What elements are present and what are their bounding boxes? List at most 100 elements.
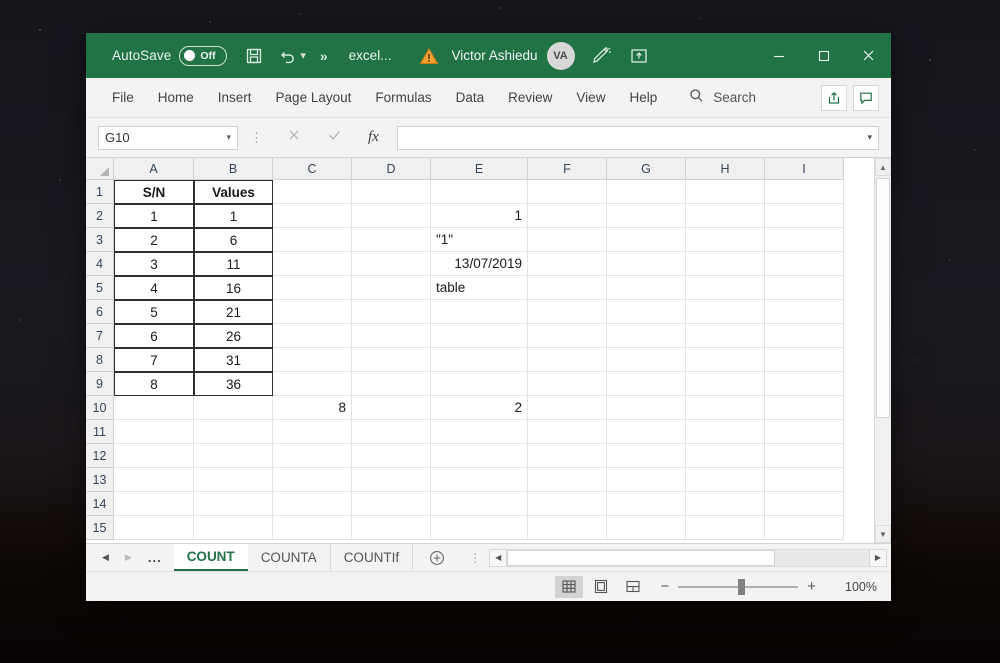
cell-C7[interactable] xyxy=(273,324,352,348)
cell-D11[interactable] xyxy=(352,420,431,444)
cell-A5[interactable]: 4 xyxy=(114,276,194,300)
cell-D9[interactable] xyxy=(352,372,431,396)
row-header-11[interactable]: 11 xyxy=(86,420,114,444)
column-header-i[interactable]: I xyxy=(765,158,844,180)
column-header-h[interactable]: H xyxy=(686,158,765,180)
cell-I1[interactable] xyxy=(765,180,844,204)
cell-H2[interactable] xyxy=(686,204,765,228)
sheet-nav-next-icon[interactable]: ▶ xyxy=(125,552,132,563)
cell-C9[interactable] xyxy=(273,372,352,396)
cell-B4[interactable]: 11 xyxy=(194,252,273,276)
zoom-in-button[interactable]: + xyxy=(798,578,825,595)
name-box[interactable]: G10 ▾ xyxy=(98,126,238,150)
cell-G13[interactable] xyxy=(607,468,686,492)
cell-B15[interactable] xyxy=(194,516,273,540)
row-header-1[interactable]: 1 xyxy=(86,180,114,204)
cell-A11[interactable] xyxy=(114,420,194,444)
cell-A14[interactable] xyxy=(114,492,194,516)
cell-I5[interactable] xyxy=(765,276,844,300)
zoom-out-button[interactable]: − xyxy=(651,578,678,595)
cell-E8[interactable] xyxy=(431,348,528,372)
cell-H12[interactable] xyxy=(686,444,765,468)
cell-I4[interactable] xyxy=(765,252,844,276)
cell-C15[interactable] xyxy=(273,516,352,540)
cell-C8[interactable] xyxy=(273,348,352,372)
cell-E5[interactable]: table xyxy=(431,276,528,300)
maximize-button[interactable] xyxy=(801,33,846,78)
cell-I15[interactable] xyxy=(765,516,844,540)
hscroll-left-arrow-icon[interactable]: ◀ xyxy=(489,549,507,567)
horizontal-scroll-track[interactable] xyxy=(507,549,869,567)
add-sheet-plus-icon[interactable] xyxy=(413,544,461,571)
cell-F2[interactable] xyxy=(528,204,607,228)
row-header-4[interactable]: 4 xyxy=(86,252,114,276)
tab-view[interactable]: View xyxy=(564,78,617,118)
cell-G12[interactable] xyxy=(607,444,686,468)
zoom-level-label[interactable]: 100% xyxy=(839,580,877,594)
cell-I3[interactable] xyxy=(765,228,844,252)
cell-G9[interactable] xyxy=(607,372,686,396)
cell-D6[interactable] xyxy=(352,300,431,324)
cell-H5[interactable] xyxy=(686,276,765,300)
cell-F3[interactable] xyxy=(528,228,607,252)
cell-I6[interactable] xyxy=(765,300,844,324)
column-header-a[interactable]: A xyxy=(114,158,194,180)
cell-H14[interactable] xyxy=(686,492,765,516)
cell-I8[interactable] xyxy=(765,348,844,372)
undo-arrow-icon[interactable] xyxy=(279,47,297,65)
cell-E12[interactable] xyxy=(431,444,528,468)
cell-B10[interactable] xyxy=(194,396,273,420)
cell-A2[interactable]: 1 xyxy=(114,204,194,228)
cell-G4[interactable] xyxy=(607,252,686,276)
row-header-10[interactable]: 10 xyxy=(86,396,114,420)
cell-F8[interactable] xyxy=(528,348,607,372)
cell-G11[interactable] xyxy=(607,420,686,444)
column-header-d[interactable]: D xyxy=(352,158,431,180)
cell-D1[interactable] xyxy=(352,180,431,204)
cell-G2[interactable] xyxy=(607,204,686,228)
vertical-scroll-track[interactable] xyxy=(875,176,891,525)
row-header-12[interactable]: 12 xyxy=(86,444,114,468)
cell-G8[interactable] xyxy=(607,348,686,372)
cell-E11[interactable] xyxy=(431,420,528,444)
cell-I10[interactable] xyxy=(765,396,844,420)
cell-I11[interactable] xyxy=(765,420,844,444)
cell-C12[interactable] xyxy=(273,444,352,468)
cell-F4[interactable] xyxy=(528,252,607,276)
cell-B14[interactable] xyxy=(194,492,273,516)
cell-C2[interactable] xyxy=(273,204,352,228)
sheet-tab-countif[interactable]: COUNTIf xyxy=(331,544,414,571)
cell-A3[interactable]: 2 xyxy=(114,228,194,252)
cell-B6[interactable]: 21 xyxy=(194,300,273,324)
cell-I13[interactable] xyxy=(765,468,844,492)
cell-G7[interactable] xyxy=(607,324,686,348)
cell-E7[interactable] xyxy=(431,324,528,348)
zoom-slider-thumb[interactable] xyxy=(738,579,745,595)
cell-A12[interactable] xyxy=(114,444,194,468)
insert-function-fx-icon[interactable]: fx xyxy=(368,129,379,146)
cell-C11[interactable] xyxy=(273,420,352,444)
horizontal-scroll-thumb[interactable] xyxy=(507,550,775,566)
cell-C3[interactable] xyxy=(273,228,352,252)
scroll-up-arrow-icon[interactable]: ▲ xyxy=(875,158,891,176)
cell-G3[interactable] xyxy=(607,228,686,252)
tab-review[interactable]: Review xyxy=(496,78,564,118)
cell-C13[interactable] xyxy=(273,468,352,492)
warning-triangle-icon[interactable] xyxy=(419,47,439,65)
cell-A6[interactable]: 5 xyxy=(114,300,194,324)
column-header-e[interactable]: E xyxy=(431,158,528,180)
cell-H10[interactable] xyxy=(686,396,765,420)
cell-H4[interactable] xyxy=(686,252,765,276)
hscroll-right-arrow-icon[interactable]: ▶ xyxy=(869,549,887,567)
column-header-b[interactable]: B xyxy=(194,158,273,180)
cell-E9[interactable] xyxy=(431,372,528,396)
cell-A10[interactable] xyxy=(114,396,194,420)
cell-A9[interactable]: 8 xyxy=(114,372,194,396)
cell-E10[interactable]: 2 xyxy=(431,396,528,420)
cancel-x-icon[interactable] xyxy=(287,128,301,147)
comment-bubble-icon[interactable] xyxy=(853,85,879,111)
cell-E13[interactable] xyxy=(431,468,528,492)
cell-H1[interactable] xyxy=(686,180,765,204)
cell-E4[interactable]: 13/07/2019 xyxy=(431,252,528,276)
cell-A4[interactable]: 3 xyxy=(114,252,194,276)
